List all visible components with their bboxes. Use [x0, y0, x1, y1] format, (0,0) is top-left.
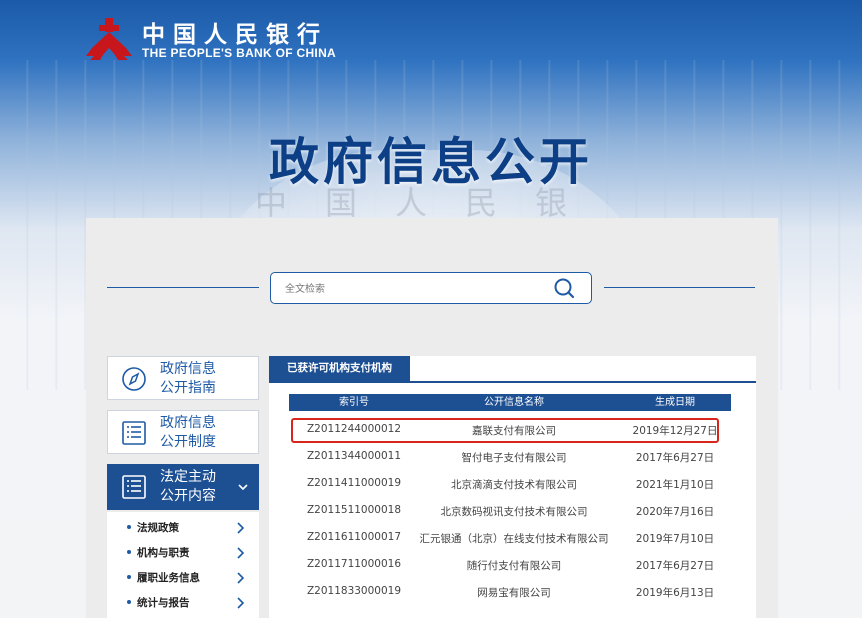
date-cell: 2017年6月27日	[635, 560, 715, 572]
tab-licensed-payment-institutions[interactable]: 已获许可机构支付机构	[269, 356, 410, 381]
main-content: 已获许可机构支付机构 索引号 公开信息名称 生成日期 Z201124400001…	[269, 356, 756, 618]
column-header-date: 生成日期	[655, 397, 695, 408]
date-cell: 2017年6月27日	[635, 452, 715, 464]
index-cell: Z2011833000019	[306, 585, 402, 597]
divider-left	[107, 287, 259, 288]
page-title: 政府信息公开	[269, 133, 593, 191]
chevron-right-icon	[237, 522, 245, 534]
column-header-name: 公开信息名称	[484, 397, 544, 408]
bullet-icon	[127, 525, 131, 529]
index-cell: Z2011711000016	[306, 558, 402, 570]
submenu-item-label: 履职业务信息	[137, 572, 200, 584]
sidebar-submenu: 法规政策 机构与职责 履职业务信息 统计与报告	[107, 512, 259, 618]
sidebar-item-disclosure-guide[interactable]: 政府信息 公开指南	[107, 356, 259, 400]
chevron-right-icon	[237, 572, 245, 584]
date-cell: 2020年7月16日	[635, 506, 715, 518]
submenu-item-label: 统计与报告	[137, 597, 190, 609]
table-header: 索引号 公开信息名称 生成日期	[289, 394, 731, 411]
submenu-item-organization[interactable]: 机构与职责	[107, 541, 259, 566]
bullet-icon	[127, 550, 131, 554]
search-input[interactable]	[283, 278, 537, 300]
pboc-logo-icon[interactable]	[86, 18, 132, 60]
chevron-down-icon[interactable]	[238, 482, 248, 492]
brand-name-chinese: 中国人民银行	[142, 21, 328, 48]
table-row[interactable]: Z2011344000011 智付电子支付有限公司 2017年6月27日	[289, 444, 731, 471]
submenu-item-regulations[interactable]: 法规政策	[107, 516, 259, 541]
search-icon[interactable]	[553, 277, 575, 299]
document-list-icon	[122, 475, 146, 499]
table-row[interactable]: Z2011511000018 北京数码视讯支付技术有限公司 2020年7月16日	[289, 498, 731, 525]
table-row[interactable]: Z2011833000019 网易宝有限公司 2019年6月13日	[289, 579, 731, 606]
sidebar-item-disclosure-system[interactable]: 政府信息 公开制度	[107, 410, 259, 454]
sidebar-item-label: 政府信息 公开指南	[160, 361, 216, 396]
table-row[interactable]: Z2011711000016 随行付支付有限公司 2017年6月27日	[289, 552, 731, 579]
sidebar-item-label: 政府信息 公开制度	[160, 415, 216, 450]
index-cell: Z2011611000017	[306, 531, 402, 543]
name-cell[interactable]: 网易宝有限公司	[409, 585, 619, 600]
date-cell: 2019年6月13日	[635, 587, 715, 599]
submenu-item-label: 机构与职责	[137, 547, 190, 559]
brand-name-english: THE PEOPLE'S BANK OF CHINA	[142, 46, 336, 60]
date-cell: 2019年7月10日	[635, 533, 715, 545]
date-cell: 2019年12月27日	[632, 425, 718, 437]
name-cell[interactable]: 随行付支付有限公司	[409, 558, 619, 573]
name-cell[interactable]: 北京数码视讯支付技术有限公司	[409, 504, 619, 519]
compass-icon	[122, 367, 146, 391]
date-cell: 2021年1月10日	[635, 479, 715, 491]
name-cell[interactable]: 北京滴滴支付技术有限公司	[409, 477, 619, 492]
sidebar-item-statutory-disclosure[interactable]: 法定主动 公开内容	[107, 464, 259, 510]
tab-bar: 已获许可机构支付机构	[269, 356, 756, 383]
bullet-icon	[127, 575, 131, 579]
submenu-item-statistics[interactable]: 统计与报告	[107, 591, 259, 616]
index-cell: Z2011411000019	[306, 477, 402, 489]
name-cell[interactable]: 汇元银通（北京）在线支付技术有限公司	[409, 531, 619, 546]
table-row[interactable]: Z2011611000017 汇元银通（北京）在线支付技术有限公司 2019年7…	[289, 525, 731, 552]
table-row[interactable]: Z2011244000012 嘉联支付有限公司 2019年12月27日	[289, 417, 731, 444]
search-bar	[270, 272, 592, 304]
chevron-right-icon	[237, 547, 245, 559]
divider-right	[604, 287, 755, 288]
bullet-icon	[127, 600, 131, 604]
submenu-item-business-info[interactable]: 履职业务信息	[107, 566, 259, 591]
index-cell: Z2011244000012	[306, 423, 402, 435]
index-cell: Z2011344000011	[306, 450, 402, 462]
document-list-icon	[122, 421, 146, 445]
table-row[interactable]: Z2011411000019 北京滴滴支付技术有限公司 2021年1月10日	[289, 471, 731, 498]
column-header-index: 索引号	[339, 397, 369, 408]
index-cell: Z2011511000018	[306, 504, 402, 516]
chevron-right-icon	[237, 597, 245, 609]
submenu-item-label: 法规政策	[137, 522, 179, 534]
name-cell[interactable]: 嘉联支付有限公司	[409, 423, 619, 438]
name-cell[interactable]: 智付电子支付有限公司	[409, 450, 619, 465]
